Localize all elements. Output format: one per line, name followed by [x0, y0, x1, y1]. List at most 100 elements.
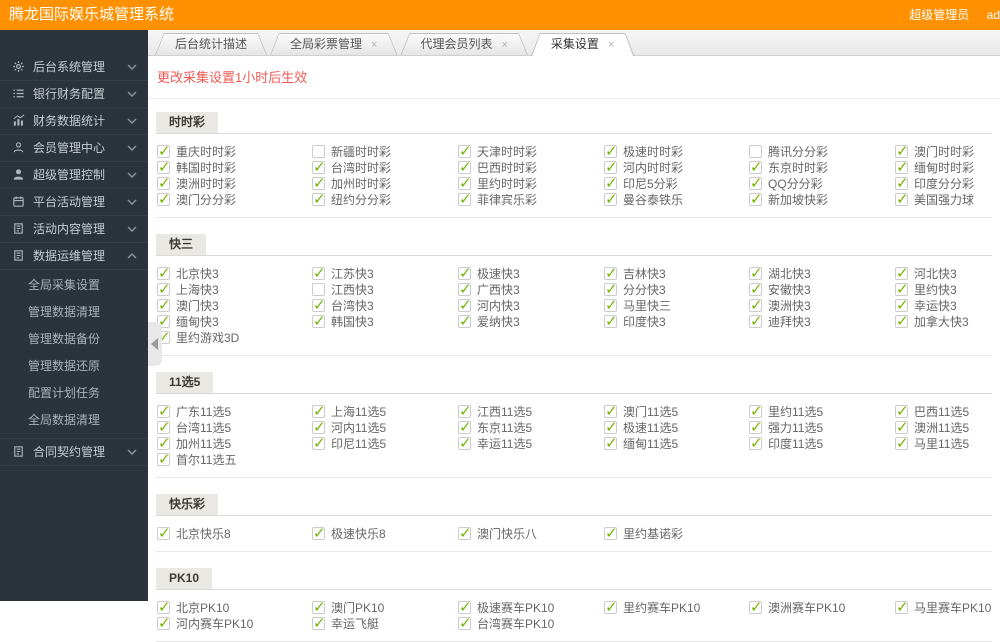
lottery-item-澳门分分彩[interactable]: 澳门分分彩	[157, 190, 312, 208]
checked-checkbox[interactable]	[895, 598, 909, 616]
sidebar-item-会员管理中心[interactable]: 会员管理中心	[0, 135, 148, 162]
checked-checkbox[interactable]	[604, 158, 618, 176]
checked-checkbox[interactable]	[604, 190, 618, 208]
sidebar-item-合同契约管理[interactable]: 合同契约管理	[0, 439, 148, 466]
tab-全局彩票管理[interactable]: 全局彩票管理 ×	[270, 33, 397, 55]
checked-checkbox[interactable]	[458, 524, 472, 542]
checked-checkbox[interactable]	[604, 402, 618, 420]
unchecked-checkbox[interactable]	[312, 144, 325, 158]
lottery-item-马里11选5[interactable]: 马里11选5	[895, 434, 992, 452]
sidebar-item-超级管理控制[interactable]: 超级管理控制	[0, 162, 148, 189]
lottery-item-强力11选5[interactable]: 强力11选5	[749, 418, 895, 436]
unchecked-checkbox[interactable]	[749, 144, 762, 158]
checked-checkbox[interactable]	[458, 158, 472, 176]
lottery-item-韩国时时彩[interactable]: 韩国时时彩	[157, 158, 312, 176]
lottery-item-澳门时时彩[interactable]: 澳门时时彩	[895, 142, 992, 160]
checked-checkbox[interactable]	[312, 296, 326, 314]
lottery-item-幸运11选5[interactable]: 幸运11选5	[458, 434, 604, 452]
lottery-item-韩国快3[interactable]: 韩国快3	[312, 312, 458, 330]
close-icon[interactable]: ×	[501, 39, 507, 51]
checked-checkbox[interactable]	[312, 174, 326, 192]
lottery-item-首尔11选五[interactable]: 首尔11选五	[157, 450, 312, 468]
checked-checkbox[interactable]	[749, 312, 763, 330]
lottery-item-上海快3[interactable]: 上海快3	[157, 280, 312, 298]
checked-checkbox[interactable]	[749, 434, 763, 452]
checked-checkbox[interactable]	[749, 598, 763, 616]
checked-checkbox[interactable]	[312, 190, 326, 208]
lottery-item-巴西时时彩[interactable]: 巴西时时彩	[458, 158, 604, 176]
lottery-item-东京11选5[interactable]: 东京11选5	[458, 418, 604, 436]
checked-checkbox[interactable]	[604, 312, 618, 330]
checked-checkbox[interactable]	[312, 158, 326, 176]
checked-checkbox[interactable]	[895, 312, 909, 330]
checked-checkbox[interactable]	[458, 598, 472, 616]
checked-checkbox[interactable]	[749, 402, 763, 420]
checked-checkbox[interactable]	[749, 264, 763, 282]
sidebar-collapse-handle[interactable]	[148, 322, 162, 366]
sidebar-item-财务数据统计[interactable]: 财务数据统计	[0, 108, 148, 135]
sidebar-subitem-全局采集设置[interactable]: 全局采集设置	[0, 272, 148, 299]
lottery-item-里约时时彩[interactable]: 里约时时彩	[458, 174, 604, 192]
checked-checkbox[interactable]	[157, 524, 171, 542]
lottery-item-澳洲时时彩[interactable]: 澳洲时时彩	[157, 174, 312, 192]
lottery-item-曼谷泰铁乐[interactable]: 曼谷泰铁乐	[604, 190, 749, 208]
lottery-item-里约游戏3D[interactable]: 里约游戏3D	[157, 328, 312, 346]
lottery-item-里约基诺彩[interactable]: 里约基诺彩	[604, 524, 749, 542]
checked-checkbox[interactable]	[458, 280, 472, 298]
checked-checkbox[interactable]	[895, 174, 909, 192]
lottery-item-幸运快3[interactable]: 幸运快3	[895, 296, 992, 314]
checked-checkbox[interactable]	[604, 598, 618, 616]
checked-checkbox[interactable]	[312, 418, 326, 436]
lottery-item-巴西11选5[interactable]: 巴西11选5	[895, 402, 992, 420]
checked-checkbox[interactable]	[749, 418, 763, 436]
lottery-item-江苏快3[interactable]: 江苏快3	[312, 264, 458, 282]
lottery-item-新加坡快彩[interactable]: 新加坡快彩	[749, 190, 895, 208]
checked-checkbox[interactable]	[157, 158, 171, 176]
checked-checkbox[interactable]	[458, 418, 472, 436]
tab-代理会员列表[interactable]: 代理会员列表 ×	[400, 33, 527, 55]
lottery-item-加拿大快3[interactable]: 加拿大快3	[895, 312, 992, 330]
sidebar-subitem-管理数据备份[interactable]: 管理数据备份	[0, 326, 148, 353]
checked-checkbox[interactable]	[458, 264, 472, 282]
sidebar-subitem-全局数据清理[interactable]: 全局数据清理	[0, 407, 148, 434]
sidebar-subitem-配置计划任务[interactable]: 配置计划任务	[0, 380, 148, 407]
checked-checkbox[interactable]	[604, 174, 618, 192]
checked-checkbox[interactable]	[157, 434, 171, 452]
checked-checkbox[interactable]	[312, 402, 326, 420]
lottery-item-江西快3[interactable]: 江西快3	[312, 281, 458, 297]
unchecked-checkbox[interactable]	[312, 282, 325, 296]
lottery-item-分分快3[interactable]: 分分快3	[604, 280, 749, 298]
lottery-item-北京快乐8[interactable]: 北京快乐8	[157, 524, 312, 542]
lottery-item-极速11选5[interactable]: 极速11选5	[604, 418, 749, 436]
lottery-item-美国强力球[interactable]: 美国强力球	[895, 190, 992, 208]
checked-checkbox[interactable]	[458, 434, 472, 452]
lottery-item-河内快3[interactable]: 河内快3	[458, 296, 604, 314]
checked-checkbox[interactable]	[604, 264, 618, 282]
checked-checkbox[interactable]	[895, 142, 909, 160]
lottery-item-里约快3[interactable]: 里约快3	[895, 280, 992, 298]
lottery-item-加州时时彩[interactable]: 加州时时彩	[312, 174, 458, 192]
checked-checkbox[interactable]	[749, 158, 763, 176]
checked-checkbox[interactable]	[604, 280, 618, 298]
lottery-item-极速时时彩[interactable]: 极速时时彩	[604, 142, 749, 160]
checked-checkbox[interactable]	[312, 598, 326, 616]
lottery-item-河内时时彩[interactable]: 河内时时彩	[604, 158, 749, 176]
checked-checkbox[interactable]	[458, 402, 472, 420]
checked-checkbox[interactable]	[458, 142, 472, 160]
lottery-item-迪拜快3[interactable]: 迪拜快3	[749, 312, 895, 330]
checked-checkbox[interactable]	[604, 296, 618, 314]
checked-checkbox[interactable]	[157, 142, 171, 160]
lottery-item-菲律宾乐彩[interactable]: 菲律宾乐彩	[458, 190, 604, 208]
tab-后台统计描述[interactable]: 后台统计描述	[155, 33, 267, 55]
lottery-item-台湾赛车PK10[interactable]: 台湾赛车PK10	[458, 614, 604, 632]
checked-checkbox[interactable]	[604, 142, 618, 160]
lottery-item-上海11选5[interactable]: 上海11选5	[312, 402, 458, 420]
checked-checkbox[interactable]	[749, 280, 763, 298]
lottery-item-澳门快乐八[interactable]: 澳门快乐八	[458, 524, 604, 542]
checked-checkbox[interactable]	[312, 434, 326, 452]
checked-checkbox[interactable]	[312, 264, 326, 282]
lottery-item-爱纳快3[interactable]: 爱纳快3	[458, 312, 604, 330]
checked-checkbox[interactable]	[312, 524, 326, 542]
lottery-item-澳洲快3[interactable]: 澳洲快3	[749, 296, 895, 314]
lottery-item-幸运飞艇[interactable]: 幸运飞艇	[312, 614, 458, 632]
